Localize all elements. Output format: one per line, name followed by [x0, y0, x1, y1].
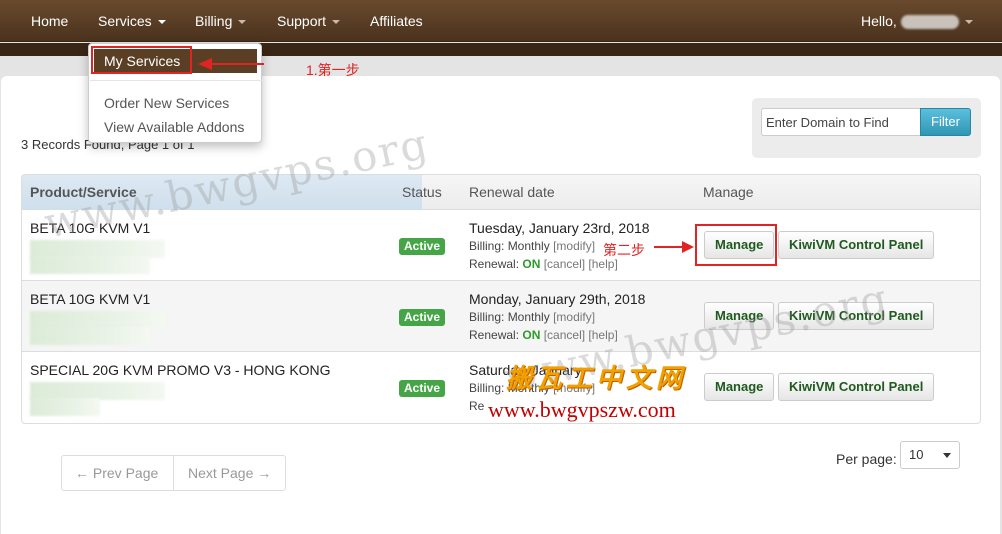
step1-label: 1.第一步: [306, 62, 360, 78]
billing-label: Billing:: [469, 239, 508, 253]
cancel-link[interactable]: [cancel]: [544, 328, 585, 342]
prev-page-button[interactable]: ← Prev Page: [75, 456, 158, 490]
nav-home[interactable]: Home: [31, 0, 68, 42]
blurred-ip: [30, 256, 150, 274]
user-greeting: Hello,: [861, 13, 897, 29]
table-header: Product/Service Status Renewal date Mana…: [22, 175, 980, 210]
billing-value: Monthly: [507, 310, 550, 324]
kiwivm-panel-button[interactable]: KiwiVM Control Panel: [778, 302, 935, 330]
renewal-line: Re: [469, 399, 484, 413]
nav-billing[interactable]: Billing: [195, 0, 247, 42]
product-name: BETA 10G KVM V1: [30, 220, 151, 236]
billing-line: Billing: Monthly [modify]: [469, 310, 595, 324]
nav-services-label: Services: [98, 13, 152, 29]
renewal-date: Monday, January 29th, 2018: [469, 291, 646, 307]
renewal-line: Renewal: ON [cancel] [help]: [469, 328, 618, 342]
help-link[interactable]: [help]: [588, 328, 617, 342]
chevron-down-icon: [943, 453, 951, 458]
billing-label: Billing:: [469, 381, 508, 395]
status-badge: Active: [399, 380, 446, 397]
renewal-label: Re: [469, 399, 485, 413]
watermark-chinese: 搬瓦工中文网: [506, 363, 687, 393]
kiwivm-panel-button[interactable]: KiwiVM Control Panel: [778, 231, 935, 259]
username-blurred: [900, 15, 959, 30]
services-table: Product/Service Status Renewal date Mana…: [21, 174, 981, 424]
billing-value: Monthly: [507, 239, 550, 253]
status-badge: Active: [399, 309, 446, 326]
nav-support[interactable]: Support: [277, 0, 341, 42]
watermark-url: www.bwgvpszw.com: [488, 397, 676, 422]
pagination-divider: [173, 456, 174, 490]
chevron-down-icon: [238, 20, 247, 25]
step2-label: 第二步: [603, 242, 645, 258]
step1-highlight-box: [91, 46, 192, 74]
product-name: BETA 10G KVM V1: [30, 291, 151, 307]
renewal-label: Renewal:: [469, 257, 523, 271]
chevron-down-icon: [157, 20, 166, 25]
blurred-ip: [30, 327, 150, 345]
column-header-manage: Manage: [703, 184, 754, 200]
renewal-date: Tuesday, January 23rd, 2018: [469, 220, 650, 236]
menu-item-order-new[interactable]: Order New Services: [104, 95, 229, 111]
modify-link[interactable]: [modify]: [553, 239, 595, 253]
user-menu[interactable]: Hello,: [861, 0, 973, 42]
arrow-right-icon: [654, 241, 694, 253]
modify-link[interactable]: [modify]: [553, 310, 595, 324]
filter-button[interactable]: Filter: [920, 108, 971, 136]
nav-billing-label: Billing: [195, 13, 233, 29]
next-page-button[interactable]: Next Page →: [188, 456, 271, 490]
per-page-label: Per page:: [836, 451, 897, 467]
menu-divider: [90, 80, 262, 81]
top-navbar: Home Services Billing Support Affiliates…: [0, 0, 1002, 42]
chevron-down-icon: [332, 20, 341, 25]
menu-item-view-addons[interactable]: View Available Addons: [104, 119, 244, 135]
per-page-value: 10: [909, 447, 924, 462]
per-page-select[interactable]: 10: [900, 441, 960, 469]
product-name: SPECIAL 20G KVM PROMO V3 - HONG KONG: [30, 362, 331, 378]
domain-search-input[interactable]: [761, 108, 921, 136]
status-badge: Active: [399, 238, 446, 255]
nav-affiliates[interactable]: Affiliates: [370, 0, 423, 42]
renewal-label: Renewal:: [469, 328, 523, 342]
billing-label: Billing:: [469, 310, 508, 324]
renewal-value: ON: [522, 257, 541, 271]
nav-support-label: Support: [277, 13, 327, 29]
renewal-line: Renewal: ON [cancel] [help]: [469, 257, 618, 271]
cancel-link[interactable]: [cancel]: [544, 257, 585, 271]
column-header-renewal[interactable]: Renewal date: [469, 175, 555, 210]
renewal-value: ON: [522, 328, 541, 342]
blurred-ip: [30, 398, 100, 416]
step2-highlight-box: [695, 224, 777, 266]
chevron-down-icon: [964, 20, 973, 25]
nav-services[interactable]: Services: [98, 0, 166, 42]
table-row: BETA 10G KVM V1 Active Monday, January 2…: [22, 281, 980, 352]
manage-button[interactable]: Manage: [704, 373, 775, 401]
column-header-product[interactable]: Product/Service: [30, 175, 137, 210]
table-row: BETA 10G KVM V1 Active Tuesday, January …: [22, 210, 980, 281]
pagination: ← Prev Page Next Page →: [61, 455, 286, 491]
arrow-left-icon: [198, 58, 264, 70]
billing-line: Billing: Monthly [modify]: [469, 239, 595, 253]
manage-button[interactable]: Manage: [704, 302, 775, 330]
kiwivm-panel-button[interactable]: KiwiVM Control Panel: [778, 373, 935, 401]
column-header-status[interactable]: Status: [402, 175, 442, 210]
